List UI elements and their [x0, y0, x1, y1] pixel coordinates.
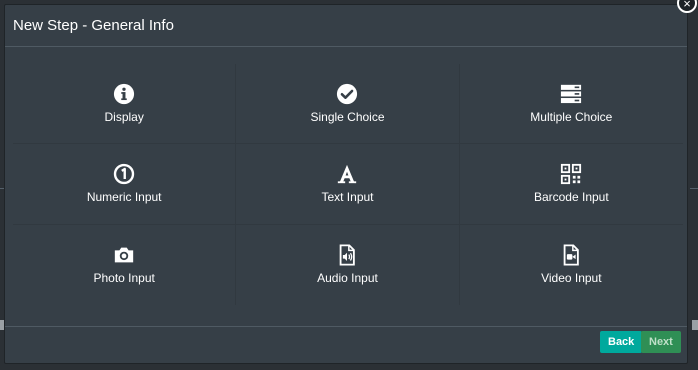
qr-code-icon — [560, 163, 582, 185]
step-type-label: Text Input — [321, 190, 374, 205]
back-button[interactable]: Back — [600, 331, 643, 353]
next-button[interactable]: Next — [641, 331, 681, 353]
step-type-label: Numeric Input — [86, 190, 162, 205]
audio-file-icon — [336, 244, 358, 266]
step-type-label: Display — [104, 110, 144, 125]
step-type-label: Single Choice — [310, 110, 385, 125]
step-type-single-choice[interactable]: Single Choice — [236, 64, 460, 145]
step-type-label: Barcode Input — [533, 190, 609, 205]
step-type-display[interactable]: Display — [13, 64, 237, 145]
backdrop-divider — [690, 188, 698, 189]
new-step-modal: New Step - General Info × Display Single… — [4, 0, 697, 364]
step-type-label: Photo Input — [93, 271, 155, 286]
number-one-circle-icon — [113, 163, 135, 185]
modal-header: New Step - General Info — [5, 5, 687, 47]
info-circle-icon — [113, 83, 135, 105]
step-type-label: Multiple Choice — [530, 110, 613, 125]
step-type-barcode-input[interactable]: Barcode Input — [459, 144, 683, 225]
modal-footer-divider — [5, 326, 687, 327]
backdrop-scrollbar — [692, 320, 698, 330]
step-type-text-input[interactable]: Text Input — [236, 144, 460, 225]
step-type-photo-input[interactable]: Photo Input — [13, 224, 237, 305]
list-stack-icon — [560, 83, 582, 105]
step-type-label: Audio Input — [317, 271, 378, 286]
step-type-audio-input[interactable]: Audio Input — [236, 224, 460, 305]
step-type-multiple-choice[interactable]: Multiple Choice — [459, 64, 683, 145]
video-file-icon — [560, 244, 582, 266]
camera-icon — [113, 244, 135, 266]
step-type-label: Video Input — [541, 271, 602, 286]
modal-title: New Step - General Info — [13, 17, 174, 34]
check-circle-icon — [336, 83, 358, 105]
step-type-grid: Display Single Choice Multiple Choice Nu… — [13, 64, 683, 305]
font-letter-a-icon — [336, 163, 358, 185]
step-type-numeric-input[interactable]: Numeric Input — [13, 144, 237, 225]
step-type-video-input[interactable]: Video Input — [460, 225, 683, 305]
